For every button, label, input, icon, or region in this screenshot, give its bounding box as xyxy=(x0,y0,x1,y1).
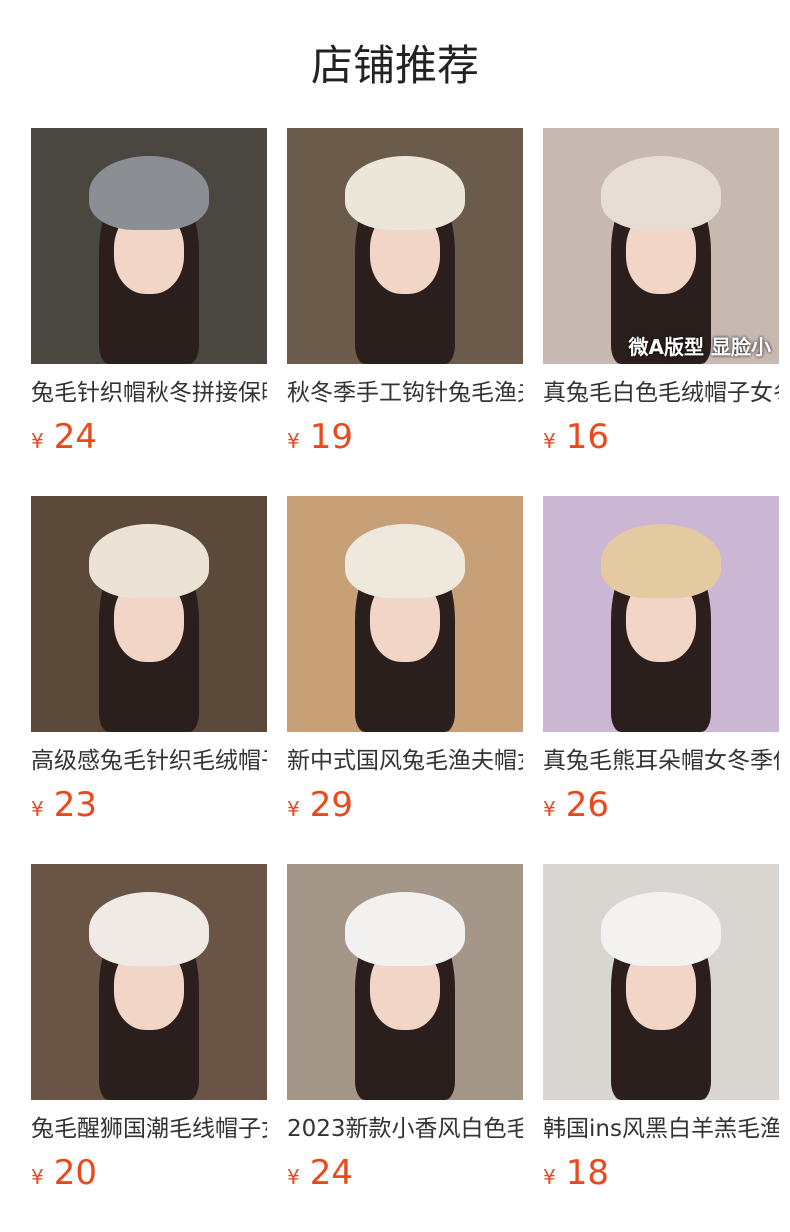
price-value: 24 xyxy=(309,1153,353,1193)
product-name[interactable]: 兔毛醒狮国潮毛线帽子女冬 xyxy=(31,1112,267,1146)
product-name[interactable]: 新中式国风兔毛渔夫帽女冬季 xyxy=(287,744,523,778)
currency-symbol: ¥ xyxy=(31,1165,44,1189)
product-price: ¥19 xyxy=(287,414,353,466)
currency-symbol: ¥ xyxy=(287,1165,300,1189)
price-value: 24 xyxy=(53,417,97,457)
product-image[interactable] xyxy=(287,496,523,732)
currency-symbol: ¥ xyxy=(543,797,556,821)
product-card[interactable]: 兔毛针织帽秋冬拼接保暖帽子 ¥24 xyxy=(31,128,267,468)
product-image[interactable] xyxy=(31,496,267,732)
price-value: 23 xyxy=(53,785,97,825)
product-name[interactable]: 秋冬季手工钩针兔毛渔夫帽女 xyxy=(287,376,523,410)
product-card[interactable]: 韩国ins风黑白羊羔毛渔夫帽 ¥18 xyxy=(543,864,779,1204)
product-name[interactable]: 真兔毛熊耳朵帽女冬季保暖 xyxy=(543,744,779,778)
product-image[interactable]: 微A版型 显脸小 xyxy=(543,128,779,364)
product-price: ¥23 xyxy=(31,782,97,834)
price-value: 18 xyxy=(565,1153,609,1193)
product-price: ¥16 xyxy=(543,414,609,466)
section-title: 店铺推荐 xyxy=(310,41,479,90)
currency-symbol: ¥ xyxy=(31,429,44,453)
product-card[interactable]: 新中式国风兔毛渔夫帽女冬季 ¥29 xyxy=(287,496,523,836)
product-image[interactable] xyxy=(287,128,523,364)
product-image[interactable] xyxy=(31,864,267,1100)
product-image[interactable] xyxy=(287,864,523,1100)
currency-symbol: ¥ xyxy=(287,797,300,821)
product-price: ¥24 xyxy=(31,414,97,466)
product-image[interactable] xyxy=(543,864,779,1100)
product-card[interactable]: 2023新款小香风白色毛线帽 ¥24 xyxy=(287,864,523,1204)
price-value: 26 xyxy=(565,785,609,825)
product-card[interactable]: 高级感兔毛针织毛绒帽子女冬 ¥23 xyxy=(31,496,267,836)
product-image[interactable] xyxy=(543,496,779,732)
product-price: ¥29 xyxy=(287,782,353,834)
product-card[interactable]: 秋冬季手工钩针兔毛渔夫帽女 ¥19 xyxy=(287,128,523,468)
product-name[interactable]: 高级感兔毛针织毛绒帽子女冬 xyxy=(31,744,267,778)
currency-symbol: ¥ xyxy=(31,797,44,821)
price-value: 29 xyxy=(309,785,353,825)
currency-symbol: ¥ xyxy=(287,429,300,453)
product-image[interactable] xyxy=(31,128,267,364)
currency-symbol: ¥ xyxy=(543,1165,556,1189)
product-card[interactable]: 真兔毛熊耳朵帽女冬季保暖 ¥26 xyxy=(543,496,779,836)
product-price: ¥18 xyxy=(543,1150,609,1202)
product-price: ¥20 xyxy=(31,1150,97,1202)
product-card[interactable]: 微A版型 显脸小 真兔毛白色毛绒帽子女冬季 ¥16 xyxy=(543,128,779,468)
price-value: 19 xyxy=(309,417,353,457)
product-card[interactable]: 兔毛醒狮国潮毛线帽子女冬 ¥20 xyxy=(31,864,267,1204)
product-name[interactable]: 2023新款小香风白色毛线帽 xyxy=(287,1112,523,1146)
product-name[interactable]: 韩国ins风黑白羊羔毛渔夫帽 xyxy=(543,1112,779,1146)
currency-symbol: ¥ xyxy=(543,429,556,453)
image-caption: 微A版型 显脸小 xyxy=(628,335,771,359)
product-price: ¥26 xyxy=(543,782,609,834)
price-value: 16 xyxy=(565,417,609,457)
product-name[interactable]: 兔毛针织帽秋冬拼接保暖帽子 xyxy=(31,376,267,410)
product-price: ¥24 xyxy=(287,1150,353,1202)
price-value: 20 xyxy=(53,1153,97,1193)
product-name[interactable]: 真兔毛白色毛绒帽子女冬季 xyxy=(543,376,779,410)
